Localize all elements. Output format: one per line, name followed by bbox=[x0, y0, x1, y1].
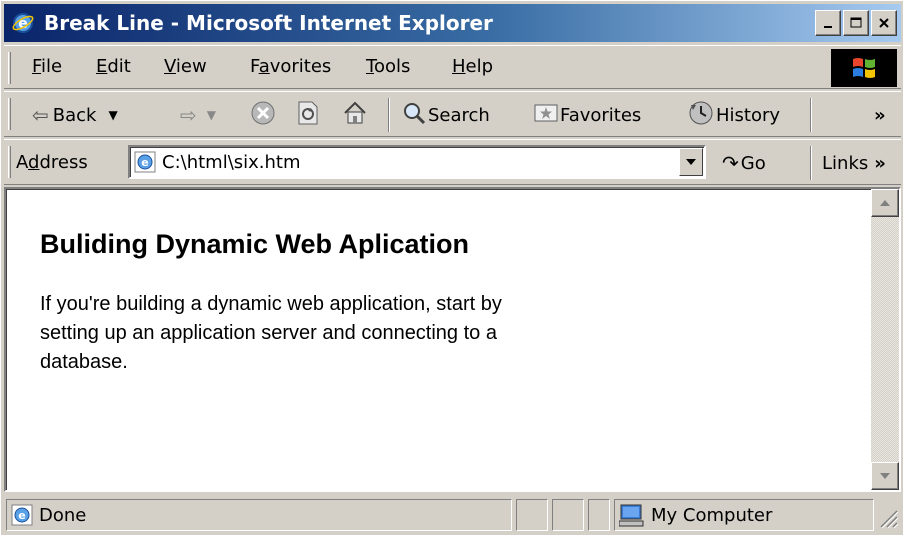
maximize-button[interactable] bbox=[843, 10, 869, 36]
go-button[interactable]: ↷ Go bbox=[722, 149, 766, 177]
menu-tools[interactable]: Tools bbox=[366, 56, 410, 77]
menu-bar-grip[interactable] bbox=[8, 52, 11, 84]
links-chevron-icon: » bbox=[874, 152, 886, 174]
back-dropdown-icon[interactable]: ▼ bbox=[108, 108, 117, 122]
my-computer-icon bbox=[619, 503, 645, 527]
history-icon bbox=[688, 100, 714, 131]
stop-button[interactable] bbox=[250, 101, 276, 129]
address-value: C:\html\six.htm bbox=[162, 151, 301, 173]
menu-help[interactable]: Help bbox=[452, 56, 493, 77]
page-icon: e bbox=[134, 151, 156, 173]
zone-label: My Computer bbox=[651, 504, 773, 526]
window-title: Break Line - Microsoft Internet Explorer bbox=[44, 11, 493, 35]
address-input[interactable]: e C:\html\six.htm bbox=[128, 145, 706, 179]
history-button[interactable]: History bbox=[688, 101, 780, 129]
search-icon bbox=[402, 101, 426, 130]
svg-text:e: e bbox=[141, 156, 148, 169]
windows-logo-icon bbox=[831, 49, 897, 87]
search-button[interactable]: Search bbox=[402, 101, 490, 129]
forward-button[interactable]: ⇨ ▼ bbox=[180, 101, 216, 129]
title-bar[interactable]: e Break Line - Microsoft Internet Explor… bbox=[4, 4, 901, 42]
status-bar: e Done My Computer bbox=[4, 495, 901, 535]
menu-bar: File Edit View Favorites Tools Help bbox=[4, 45, 901, 89]
window-controls bbox=[813, 10, 897, 36]
menu-file[interactable]: File bbox=[32, 56, 62, 77]
toolbar-chevron-icon[interactable]: » bbox=[874, 101, 886, 129]
status-zone-cell: My Computer bbox=[614, 499, 874, 531]
page-content: Buliding Dynamic Web Aplication If you'r… bbox=[40, 229, 640, 377]
status-security-cell bbox=[552, 499, 584, 531]
menu-edit[interactable]: Edit bbox=[96, 56, 131, 77]
resize-grip-icon[interactable] bbox=[875, 505, 899, 529]
toolbar-separator bbox=[810, 98, 812, 132]
status-extra-cell bbox=[588, 499, 610, 531]
address-bar-grip[interactable] bbox=[8, 146, 11, 178]
links-button[interactable]: Links » bbox=[822, 149, 886, 177]
home-button[interactable] bbox=[342, 101, 368, 129]
menu-view[interactable]: View bbox=[164, 56, 207, 77]
address-toolbar: Address e C:\html\six.htm ↷ Go Links » bbox=[4, 139, 901, 185]
svg-text:e: e bbox=[18, 509, 25, 522]
forward-arrow-icon: ⇨ bbox=[180, 103, 197, 127]
favorites-star-icon bbox=[534, 102, 558, 129]
scroll-down-button[interactable] bbox=[871, 462, 899, 490]
stop-icon bbox=[250, 100, 276, 131]
close-button[interactable] bbox=[871, 10, 897, 36]
scroll-up-button[interactable] bbox=[871, 189, 899, 217]
favorites-button[interactable]: Favorites bbox=[534, 101, 641, 129]
refresh-button[interactable] bbox=[296, 101, 320, 129]
status-text: Done bbox=[39, 504, 87, 526]
go-arrow-icon: ↷ bbox=[722, 151, 739, 175]
menu-favorites[interactable]: Favorites bbox=[250, 56, 331, 77]
vertical-scrollbar[interactable] bbox=[871, 189, 899, 490]
browser-window: e Break Line - Microsoft Internet Explor… bbox=[0, 0, 904, 536]
toolbar-separator bbox=[388, 98, 390, 132]
page-done-icon: e bbox=[11, 504, 33, 526]
status-progress-cell bbox=[516, 499, 548, 531]
back-button[interactable]: ⇦ Back ▼ bbox=[32, 101, 118, 129]
refresh-icon bbox=[296, 100, 320, 131]
page-viewport: Buliding Dynamic Web Aplication If you'r… bbox=[4, 187, 901, 492]
address-dropdown-button[interactable] bbox=[679, 148, 703, 176]
standard-toolbar: ⇦ Back ▼ ⇨ ▼ Search Favorites History » bbox=[4, 91, 901, 137]
status-text-cell: e Done bbox=[6, 499, 512, 531]
page-paragraph: If you're building a dynamic web applica… bbox=[40, 293, 502, 373]
address-label: Address bbox=[16, 152, 88, 173]
home-icon bbox=[342, 100, 368, 131]
toolbar-grip[interactable] bbox=[8, 98, 11, 130]
back-arrow-icon: ⇦ bbox=[32, 103, 49, 127]
toolbar-separator bbox=[810, 146, 812, 180]
minimize-button[interactable] bbox=[815, 10, 841, 36]
page-heading: Buliding Dynamic Web Aplication bbox=[40, 229, 470, 259]
internet-explorer-icon: e bbox=[10, 10, 36, 36]
forward-dropdown-icon[interactable]: ▼ bbox=[207, 108, 216, 122]
